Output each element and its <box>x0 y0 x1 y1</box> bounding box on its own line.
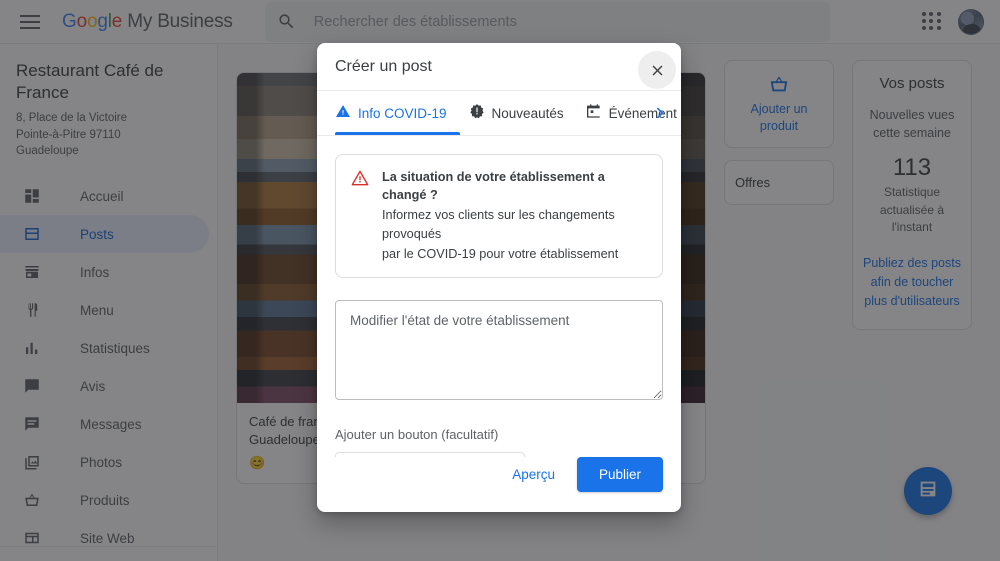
alert-text: La situation de votre établissement a ch… <box>382 168 648 264</box>
close-icon[interactable] <box>638 51 676 89</box>
post-type-tabs: Info COVID-19 Nouveautés Événement <box>317 91 681 136</box>
preview-button[interactable]: Aperçu <box>500 458 567 491</box>
alert-desc-line1: Informez vos clients sur les changements… <box>382 207 615 241</box>
tab-label: Info COVID-19 <box>358 105 447 121</box>
publish-button[interactable]: Publier <box>576 457 663 492</box>
calendar-icon <box>586 103 602 124</box>
dialog-title: Créer un post <box>335 57 432 75</box>
create-post-dialog: Créer un post Info COVID-19 Nouveautés É… <box>317 43 681 512</box>
warning-triangle-icon <box>335 103 351 124</box>
add-button-field-label: Ajouter un bouton (facultatif) <box>335 426 499 442</box>
warning-triangle-icon <box>350 168 370 193</box>
dialog-header: Créer un post <box>317 43 681 91</box>
app-root: Google My Business Restaurant Café de Fr… <box>0 0 1000 561</box>
alert-title: La situation de votre établissement a ch… <box>382 170 605 203</box>
dialog-footer: Aperçu Publier <box>317 457 681 512</box>
tab-info-covid-19[interactable]: Info COVID-19 <box>335 91 447 136</box>
chevron-right-icon[interactable] <box>651 104 669 122</box>
covid-status-alert: La situation de votre établissement a ch… <box>335 154 663 278</box>
tab-nouveautes[interactable]: Nouveautés <box>469 91 564 136</box>
post-body-textarea[interactable] <box>335 299 663 400</box>
alert-desc-line2: par le COVID-19 pour votre établissement <box>382 246 619 261</box>
tab-label: Nouveautés <box>491 105 564 121</box>
badge-exclaim-icon <box>469 103 485 124</box>
dialog-body: La situation de votre établissement a ch… <box>317 136 681 457</box>
